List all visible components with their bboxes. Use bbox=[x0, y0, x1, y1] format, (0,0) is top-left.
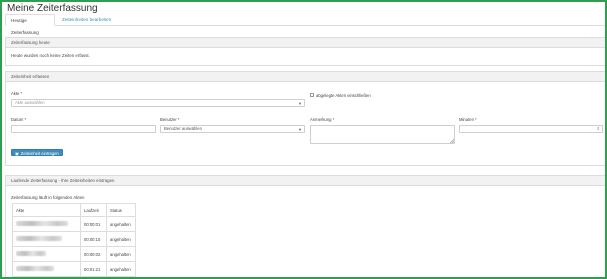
panel-running-heading: Laufende Zeiterfassung - Ihre Zeiteinhei… bbox=[6, 176, 605, 186]
panel-today-heading: Zeiterfassung heute bbox=[6, 38, 605, 48]
redacted-akte-name bbox=[16, 236, 62, 241]
anmerkung-label: Anmerkung * bbox=[310, 117, 335, 122]
submit-entry-button[interactable]: ▣ Zeiteinheit eintragen bbox=[11, 149, 63, 156]
status-cell: angehalten bbox=[106, 261, 136, 277]
chevron-down-icon: ▼ bbox=[298, 101, 302, 106]
status-cell: angehalten bbox=[106, 246, 136, 262]
akte-cell-redacted[interactable] bbox=[12, 231, 81, 247]
chevron-down-icon: ▼ bbox=[298, 127, 302, 132]
datum-input[interactable] bbox=[11, 125, 156, 133]
no-entries-message: Heute wurden noch keine Zeiten erfasst. bbox=[11, 53, 90, 58]
akte-cell-redacted[interactable] bbox=[12, 246, 81, 262]
anmerkung-textarea[interactable] bbox=[310, 125, 455, 144]
laufzeit-cell: 00:00:02 bbox=[80, 246, 107, 262]
panel-entry: Zeiteinheit erfassen Akte * Akte auswähl… bbox=[5, 71, 605, 166]
redacted-akte-name bbox=[16, 221, 68, 226]
akte-select[interactable]: Akte auswählen ▼ bbox=[11, 99, 305, 107]
laufzeit-cell: 00:01:21 bbox=[80, 261, 107, 277]
save-icon: ▣ bbox=[15, 151, 19, 156]
column-header-laufzeit: Laufzeit bbox=[80, 203, 107, 217]
app-frame: Meine Zeiterfassung Heutige Zeiterfassun… bbox=[0, 0, 607, 279]
benutzer-label: Benutzer * bbox=[160, 117, 180, 122]
table-row[interactable]: 00:00:10 angehalten bbox=[12, 231, 136, 247]
column-header-akte: Akte bbox=[12, 203, 81, 217]
laufzeit-cell: 00:00:01 bbox=[80, 216, 107, 232]
status-cell: angehalten bbox=[106, 231, 136, 247]
resize-grip-icon[interactable] bbox=[450, 139, 454, 143]
akte-placeholder: Akte auswählen bbox=[15, 100, 45, 105]
column-header-status: Status bbox=[106, 203, 136, 217]
panel-running: Laufende Zeiterfassung - Ihre Zeiteinhei… bbox=[5, 175, 605, 277]
archived-checkbox-label: abgelegte Akten einschließen bbox=[316, 93, 371, 98]
status-cell: angehalten bbox=[106, 216, 136, 232]
minuten-label: Minuten * bbox=[459, 117, 477, 122]
redacted-akte-name bbox=[16, 251, 46, 256]
running-table: Akte Laufzeit Status 00:00:01 angehalten… bbox=[12, 203, 136, 277]
akte-cell-redacted[interactable] bbox=[12, 216, 81, 232]
running-subtitle: Zeiterfassung läuft in folgenden Akten bbox=[11, 195, 85, 200]
stepper-icon[interactable]: ⇕ bbox=[597, 126, 600, 132]
table-row[interactable]: 00:00:02 angehalten bbox=[12, 246, 136, 262]
akte-cell-redacted[interactable] bbox=[12, 261, 81, 277]
tab-zeiteinheiten-bearbeiten[interactable]: Zeiteinheiten bearbeiten bbox=[57, 14, 116, 26]
table-row[interactable]: 00:01:21 angehalten bbox=[12, 261, 136, 277]
table-row[interactable]: 00:00:01 angehalten bbox=[12, 216, 136, 232]
panel-today: Zeiterfassung heute Heute wurden noch ke… bbox=[5, 37, 605, 66]
datum-label: Datum * bbox=[11, 117, 27, 122]
archived-checkbox[interactable] bbox=[310, 93, 314, 97]
submit-entry-label: Zeiteinheit eintragen bbox=[20, 151, 59, 156]
akte-label: Akte * bbox=[11, 91, 23, 96]
page-title: Meine Zeiterfassung bbox=[7, 3, 98, 14]
table-header-row: Akte Laufzeit Status bbox=[12, 203, 136, 217]
redacted-akte-name bbox=[16, 266, 54, 271]
benutzer-placeholder: Benutzer auswählen bbox=[164, 126, 202, 131]
laufzeit-cell: 00:00:10 bbox=[80, 231, 107, 247]
panel-entry-heading: Zeiteinheit erfassen bbox=[6, 72, 605, 82]
benutzer-select[interactable]: Benutzer auswählen ▼ bbox=[160, 125, 305, 133]
minuten-input[interactable]: ⇕ bbox=[459, 125, 603, 133]
tab-heutige-zeiterfassung[interactable]: Heutige Zeiterfassung bbox=[5, 14, 55, 35]
tab-bar: Heutige Zeiterfassung Zeiteinheiten bear… bbox=[5, 14, 605, 35]
